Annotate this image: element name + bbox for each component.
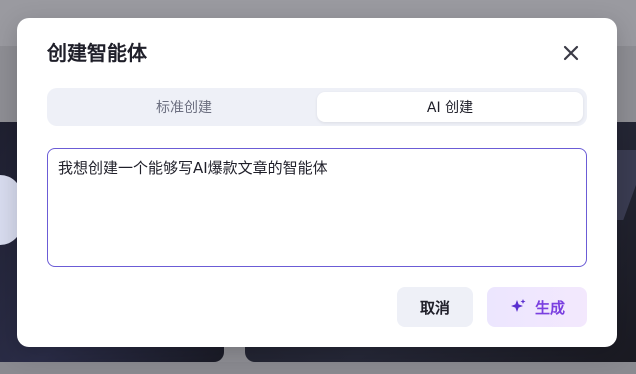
close-button[interactable] bbox=[560, 42, 582, 64]
tab-standard-create[interactable]: 标准创建 bbox=[51, 92, 317, 122]
dialog-title: 创建智能体 bbox=[47, 41, 147, 65]
tab-ai-create[interactable]: AI 创建 bbox=[317, 92, 583, 122]
sparkle-icon bbox=[510, 299, 526, 312]
prompt-textarea[interactable]: 我想创建一个能够写AI爆款文章的智能体 bbox=[47, 148, 587, 267]
generate-label: 生成 bbox=[534, 298, 565, 317]
generate-button[interactable]: 生成 bbox=[487, 287, 587, 327]
background-footer bbox=[0, 362, 636, 374]
prompt-text: 我想创建一个能够写AI爆款文章的智能体 bbox=[58, 159, 328, 177]
creation-mode-tabs: 标准创建 AI 创建 bbox=[47, 88, 587, 126]
cancel-button[interactable]: 取消 bbox=[397, 287, 473, 327]
close-icon bbox=[563, 45, 579, 61]
create-agent-dialog: 创建智能体 标准创建 AI 创建 我想创建一个能够写AI爆款文章的智能体 取消 … bbox=[17, 18, 617, 347]
